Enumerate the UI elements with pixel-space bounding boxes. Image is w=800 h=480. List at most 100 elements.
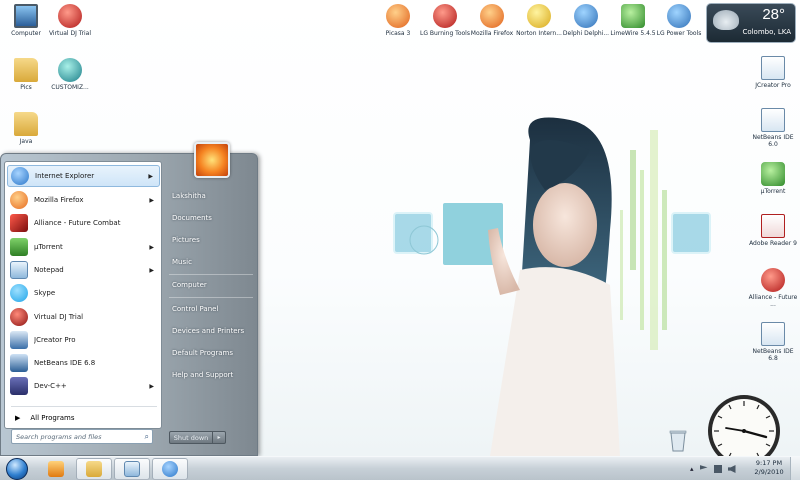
- submenu-arrow-icon: ▶: [148, 172, 153, 180]
- taskbar-clock[interactable]: 9:17 PM 2/9/2010: [752, 459, 786, 477]
- start-right-music[interactable]: Music: [171, 253, 257, 271]
- start-item-notepad[interactable]: Notepad ▶: [7, 259, 160, 281]
- monitor-icon: [14, 4, 38, 28]
- arrow-right-icon: ▶: [15, 414, 21, 422]
- show-desktop-button[interactable]: [790, 457, 800, 480]
- search-programs-input[interactable]: Search programs and files ⌕: [11, 429, 153, 444]
- vinyl-icon: [58, 4, 82, 28]
- start-item-alliance-future-combat[interactable]: Alliance - Future Combat: [7, 212, 160, 234]
- start-menu-programs: Internet Explorer ▶ Mozilla Firefox ▶ Al…: [4, 161, 162, 429]
- search-icon[interactable]: ⌕: [145, 432, 149, 442]
- taskbar: ▴ 9:17 PM 2/9/2010: [0, 456, 800, 480]
- utorrent-icon: [10, 238, 28, 256]
- desktop-icon-lg-power-tools[interactable]: LG Power Tools: [653, 4, 705, 37]
- menu-divider: [169, 297, 253, 298]
- alliance-icon: [761, 268, 785, 292]
- network-icon[interactable]: [713, 465, 722, 473]
- start-item-jcreator-pro[interactable]: JCreator Pro: [7, 329, 160, 351]
- volume-icon[interactable]: [727, 465, 736, 473]
- desktop-icon-netbeans-ide-6-0[interactable]: NetBeans IDE 6.0: [747, 108, 799, 148]
- clock-gadget[interactable]: [706, 393, 782, 456]
- windows-logo-icon: [6, 458, 28, 480]
- wallpaper-image: [393, 117, 711, 456]
- desktop-icon-limewire[interactable]: LimeWire 5.4.5: [607, 4, 659, 37]
- start-right-documents[interactable]: Documents: [171, 209, 257, 227]
- desktop-icon-java[interactable]: Java: [0, 112, 52, 145]
- start-item-mozilla-firefox[interactable]: Mozilla Firefox ▶: [7, 189, 160, 211]
- netbeans-icon: [761, 322, 785, 346]
- globe-icon: [58, 58, 82, 82]
- delphi-icon: [574, 4, 598, 28]
- weather-city: Colombo, LKA: [742, 28, 791, 36]
- shutdown-button[interactable]: Shut down: [169, 431, 213, 444]
- submenu-arrow-icon: ▶: [149, 196, 154, 204]
- folder-icon: [14, 58, 38, 82]
- disc-icon: [433, 4, 457, 28]
- desktop-icon-virtual-dj-trial[interactable]: Virtual DJ Trial: [44, 4, 96, 37]
- notepad-icon: [124, 461, 140, 477]
- user-picture[interactable]: [194, 142, 230, 178]
- start-menu: Internet Explorer ▶ Mozilla Firefox ▶ Al…: [0, 142, 258, 456]
- start-right-pictures[interactable]: Pictures: [171, 231, 257, 249]
- desktop-icon-mozilla-firefox[interactable]: Mozilla Firefox: [466, 4, 518, 37]
- start-item-skype[interactable]: Skype: [7, 282, 160, 304]
- submenu-arrow-icon: ▶: [149, 382, 154, 390]
- desktop-icon-picasa-3[interactable]: Picasa 3: [372, 4, 424, 37]
- start-right-devices-printers[interactable]: Devices and Printers: [171, 322, 257, 340]
- show-hidden-icons-icon[interactable]: ▴: [690, 465, 694, 473]
- notification-area: ▴: [690, 461, 736, 477]
- cloud-icon: [713, 10, 739, 30]
- alliance-icon: [10, 214, 28, 232]
- start-item-utorrent[interactable]: µTorrent ▶: [7, 236, 160, 258]
- start-item-netbeans-ide-6-8[interactable]: NetBeans IDE 6.8: [7, 352, 160, 374]
- start-right-user[interactable]: Lakshitha: [171, 187, 257, 205]
- desktop-icon-delphi[interactable]: Delphi Delphi...: [560, 4, 612, 37]
- start-right-computer[interactable]: Computer: [171, 276, 257, 294]
- desktop-icon-customiz[interactable]: CUSTOMIZ...: [44, 58, 96, 91]
- firefox-icon: [480, 4, 504, 28]
- flag-icon[interactable]: [699, 465, 708, 470]
- submenu-arrow-icon: ▶: [149, 266, 154, 274]
- vinyl-icon: [10, 308, 28, 326]
- utorrent-icon: [761, 162, 785, 186]
- media-player-icon: [48, 461, 64, 477]
- desktop-icon-adobe-reader-9[interactable]: Adobe Reader 9: [747, 214, 799, 247]
- taskbar-internet-explorer[interactable]: [152, 458, 188, 480]
- desktop-icon-jcreator-pro[interactable]: JCreator Pro: [747, 56, 799, 89]
- start-right-help-support[interactable]: Help and Support: [171, 366, 257, 384]
- start-item-dev-cpp[interactable]: Dev-C++ ▶: [7, 375, 160, 397]
- notepad-icon: [10, 261, 28, 279]
- start-button[interactable]: [2, 457, 32, 480]
- desktop-icon-alliance-future[interactable]: Alliance - Future ...: [747, 268, 799, 308]
- all-programs-button[interactable]: ▶ All Programs: [11, 411, 159, 425]
- shutdown-options-button[interactable]: ▸: [213, 431, 226, 444]
- netbeans-icon: [761, 108, 785, 132]
- taskbar-media-player[interactable]: [38, 458, 74, 480]
- ie-icon: [162, 461, 178, 477]
- taskbar-notepad[interactable]: [114, 458, 150, 480]
- desktop-icon-netbeans-ide-6-8[interactable]: NetBeans IDE 6.8: [747, 322, 799, 362]
- menu-divider: [169, 274, 253, 275]
- desktop-icon-norton-internet[interactable]: Norton Intern...: [513, 4, 565, 37]
- taskbar-explorer[interactable]: [76, 458, 112, 480]
- pdf-icon: [761, 214, 785, 238]
- jcreator-icon: [10, 331, 28, 349]
- power-tools-icon: [667, 4, 691, 28]
- weather-temperature: 28°: [762, 6, 785, 23]
- start-right-default-programs[interactable]: Default Programs: [171, 344, 257, 362]
- menu-divider: [11, 406, 157, 407]
- desktop-icon-lg-burning-tools[interactable]: LG Burning Tools: [419, 4, 471, 37]
- folder-icon: [14, 112, 38, 136]
- start-item-virtual-dj-trial[interactable]: Virtual DJ Trial: [7, 306, 160, 328]
- start-right-control-panel[interactable]: Control Panel: [171, 300, 257, 318]
- norton-icon: [527, 4, 551, 28]
- start-item-internet-explorer[interactable]: Internet Explorer ▶: [7, 165, 160, 187]
- picasa-icon: [386, 4, 410, 28]
- submenu-arrow-icon: ▶: [149, 243, 154, 251]
- weather-gadget[interactable]: 28° Colombo, LKA: [706, 3, 796, 43]
- folder-icon: [86, 461, 102, 477]
- ie-icon: [11, 167, 29, 185]
- recycle-bin-icon[interactable]: [668, 428, 688, 452]
- desktop-icon-utorrent[interactable]: µTorrent: [747, 162, 799, 195]
- limewire-icon: [621, 4, 645, 28]
